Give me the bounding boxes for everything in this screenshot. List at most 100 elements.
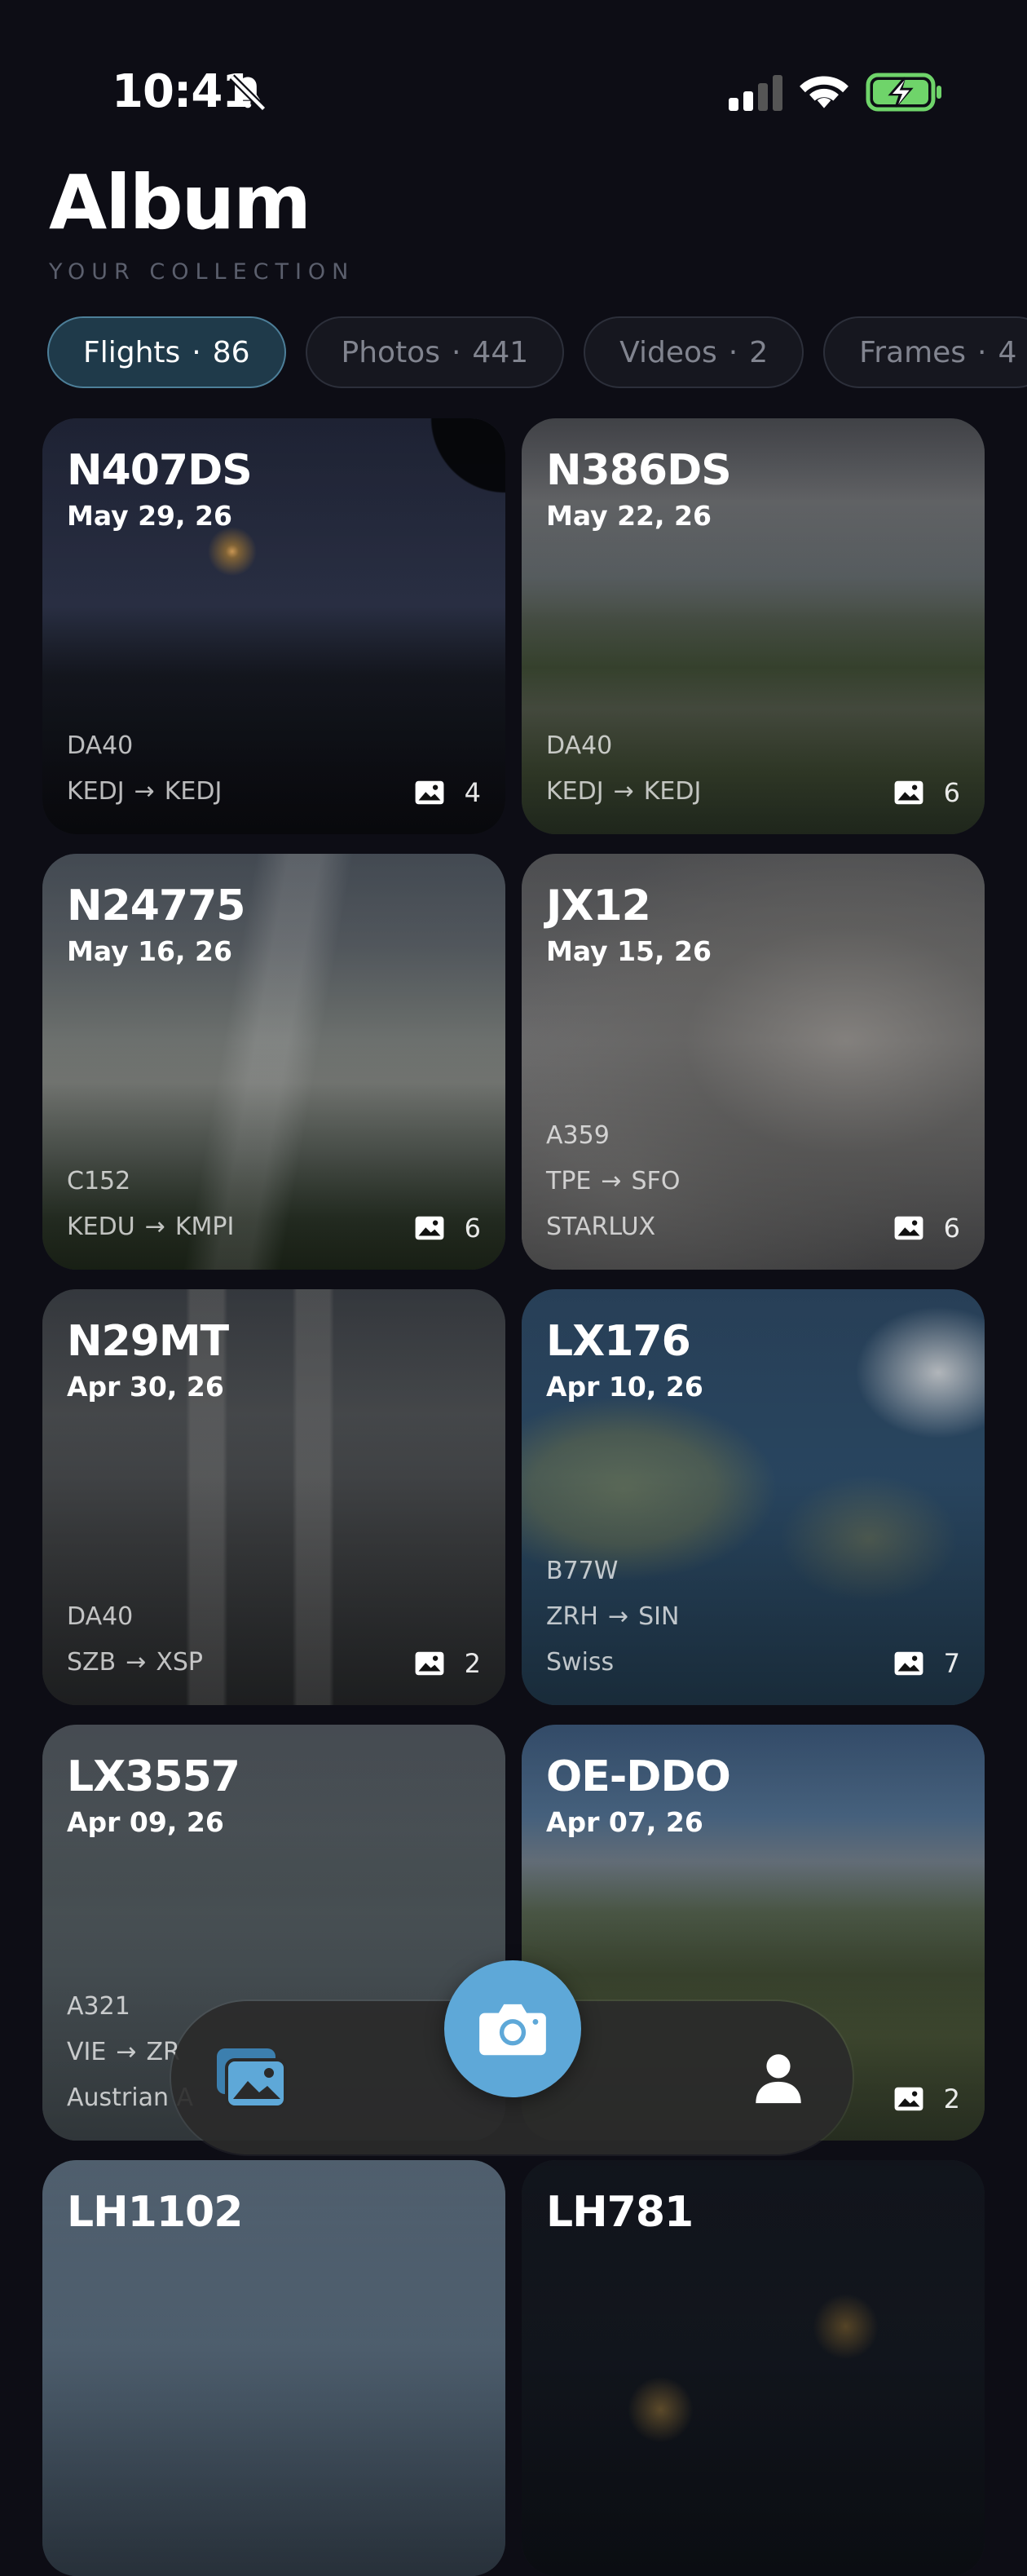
route-origin: KEDJ <box>67 777 125 806</box>
image-icon <box>894 1216 923 1240</box>
route-origin: VIE <box>67 2038 107 2066</box>
card-registration: LX176 <box>546 1317 691 1366</box>
card-photo-count: 2 <box>414 1648 481 1679</box>
photo-count-value: 7 <box>943 1648 960 1679</box>
card-date: Apr 10, 26 <box>546 1371 703 1403</box>
flight-card[interactable]: LX176 Apr 10, 26 B77W ZRH → SIN Swiss 7 <box>522 1289 985 1705</box>
gallery-icon[interactable] <box>214 2045 289 2110</box>
page-title: Album <box>49 159 311 246</box>
route-origin: KEDU <box>67 1213 135 1241</box>
tab-label: Photos <box>341 335 440 369</box>
route-arrow: → <box>126 1648 147 1677</box>
card-aircraft-type: C152 <box>67 1167 131 1195</box>
card-registration: N386DS <box>546 446 732 495</box>
photo-count-value: 6 <box>943 1213 960 1244</box>
card-aircraft-type: DA40 <box>67 731 134 760</box>
flight-card[interactable]: N386DS May 22, 26 DA40 KEDJ → KEDJ 6 <box>522 418 985 834</box>
flight-card[interactable]: LH781 <box>522 2160 985 2576</box>
route-arrow: → <box>601 1167 622 1195</box>
flight-card[interactable]: N407DS May 29, 26 DA40 KEDJ → KEDJ 4 <box>42 418 505 834</box>
tab-flights[interactable]: Flights · 86 <box>47 316 286 388</box>
camera-button[interactable] <box>444 1960 581 2097</box>
filter-tabs: Flights · 86 Photos · 441 Videos · 2 Frames · 4 <box>47 316 1027 388</box>
card-date: Apr 30, 26 <box>67 1371 224 1403</box>
tab-separator: · <box>977 335 987 369</box>
card-aircraft-type: B77W <box>546 1557 619 1585</box>
route-origin: TPE <box>546 1167 592 1195</box>
photo-count-value: 2 <box>943 2083 960 2114</box>
tab-count: 441 <box>472 335 529 369</box>
tab-frames[interactable]: Frames · 4 <box>823 316 1027 388</box>
route-destination: KEDJ <box>643 777 702 806</box>
card-registration: JX12 <box>546 881 651 930</box>
card-date: May 22, 26 <box>546 500 712 532</box>
cellular-signal-icon <box>729 75 782 111</box>
route-destination: SIN <box>638 1602 680 1631</box>
card-aircraft-type: A321 <box>67 1992 130 2021</box>
status-bar: 10:41 <box>0 0 1027 163</box>
route-origin: SZB <box>67 1648 117 1677</box>
card-registration: LH781 <box>546 2188 694 2237</box>
route-origin: KEDJ <box>546 777 604 806</box>
card-photo-count: 7 <box>893 1648 960 1679</box>
tab-label: Videos <box>619 335 717 369</box>
card-photo-count: 6 <box>414 1213 481 1244</box>
image-icon <box>894 1651 923 1676</box>
tab-label: Flights <box>83 335 181 369</box>
card-route: KEDJ → KEDJ <box>67 777 222 806</box>
card-route: VIE → ZR <box>67 2038 180 2066</box>
image-icon <box>894 780 923 805</box>
image-icon <box>415 780 444 805</box>
route-arrow: → <box>607 1602 629 1631</box>
card-date: Apr 09, 26 <box>67 1806 224 1838</box>
card-registration: N407DS <box>67 446 253 495</box>
card-photo-count: 4 <box>414 777 481 808</box>
card-airline: Swiss <box>546 1648 615 1677</box>
card-route: TPE → SFO <box>546 1167 680 1195</box>
tab-separator: · <box>728 335 738 369</box>
wifi-icon <box>800 76 848 108</box>
card-route: KEDJ → KEDJ <box>546 777 701 806</box>
route-arrow: → <box>116 2038 137 2066</box>
image-icon <box>415 1216 444 1240</box>
card-registration: N24775 <box>67 881 245 930</box>
flight-card[interactable]: LH1102 <box>42 2160 505 2576</box>
card-route: SZB → XSP <box>67 1648 203 1677</box>
card-registration: LH1102 <box>67 2188 243 2237</box>
tab-count: 86 <box>212 335 250 369</box>
card-airline: STARLUX <box>546 1213 656 1241</box>
photo-count-value: 6 <box>464 1213 481 1244</box>
tab-count: 2 <box>749 335 769 369</box>
card-photo-count: 6 <box>893 1213 960 1244</box>
tab-separator: · <box>451 335 461 369</box>
route-arrow: → <box>144 1213 165 1241</box>
card-route: ZRH → SIN <box>546 1602 679 1631</box>
card-date: May 15, 26 <box>546 935 712 967</box>
camera-icon <box>479 2004 546 2056</box>
card-date: May 29, 26 <box>67 500 232 532</box>
route-origin: ZRH <box>546 1602 598 1631</box>
photo-count-value: 4 <box>464 777 481 808</box>
route-destination: KEDJ <box>164 777 223 806</box>
tab-videos[interactable]: Videos · 2 <box>584 316 804 388</box>
route-destination: XSP <box>156 1648 204 1677</box>
flight-card[interactable]: N29MT Apr 30, 26 DA40 SZB → XSP 2 <box>42 1289 505 1705</box>
battery-charging-icon <box>866 73 941 112</box>
bell-muted-icon <box>229 74 267 112</box>
card-route: KEDU → KMPI <box>67 1213 234 1241</box>
flight-card[interactable]: JX12 May 15, 26 A359 TPE → SFO STARLUX 6 <box>522 854 985 1270</box>
tab-photos[interactable]: Photos · 441 <box>305 316 565 388</box>
tab-separator: · <box>192 335 201 369</box>
card-registration: OE-DDO <box>546 1752 731 1801</box>
tab-count: 4 <box>998 335 1017 369</box>
route-destination: SFO <box>631 1167 681 1195</box>
card-date: Apr 07, 26 <box>546 1806 703 1838</box>
flight-card[interactable]: N24775 May 16, 26 C152 KEDU → KMPI 6 <box>42 854 505 1270</box>
card-aircraft-type: DA40 <box>67 1602 134 1631</box>
photo-count-value: 6 <box>943 777 960 808</box>
card-registration: N29MT <box>67 1317 229 1366</box>
card-date: May 16, 26 <box>67 935 232 967</box>
card-aircraft-type: A359 <box>546 1121 610 1150</box>
image-icon <box>894 2087 923 2111</box>
profile-icon[interactable] <box>750 2048 807 2105</box>
